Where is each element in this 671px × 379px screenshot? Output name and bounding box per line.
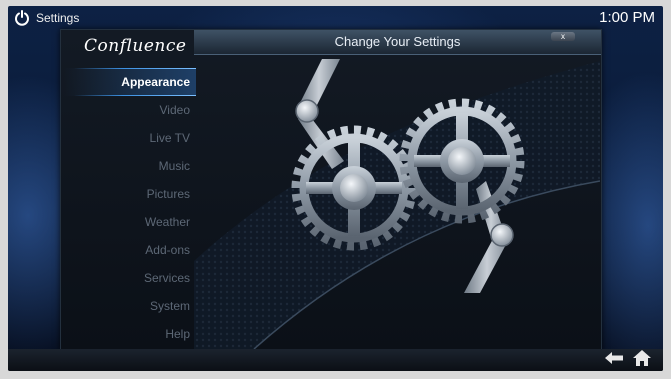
window-title: Settings [36,11,80,25]
menu-item-system[interactable]: System [64,292,196,320]
gears-artwork [194,59,600,349]
menu-item-services[interactable]: Services [64,264,196,292]
menu-item-music[interactable]: Music [64,152,196,180]
menu-item-pictures[interactable]: Pictures [64,180,196,208]
settings-menu: Appearance Video Live TV Music Pictures … [64,68,196,348]
menu-item-appearance[interactable]: Appearance [64,68,196,96]
kodi-screen: Settings 1:00 PM Change Your Settings x … [8,6,663,371]
clock: 1:00 PM [599,9,655,26]
menu-item-video[interactable]: Video [64,96,196,124]
confluence-logo: Confluence [84,36,187,56]
power-icon[interactable] [14,10,30,26]
home-icon[interactable] [632,349,652,367]
menu-item-live-tv[interactable]: Live TV [64,124,196,152]
back-arrow-icon[interactable] [604,351,624,365]
menu-item-add-ons[interactable]: Add-ons [64,236,196,264]
menu-item-help[interactable]: Help [64,320,196,348]
menu-item-weather[interactable]: Weather [64,208,196,236]
footer-bar [8,349,663,371]
